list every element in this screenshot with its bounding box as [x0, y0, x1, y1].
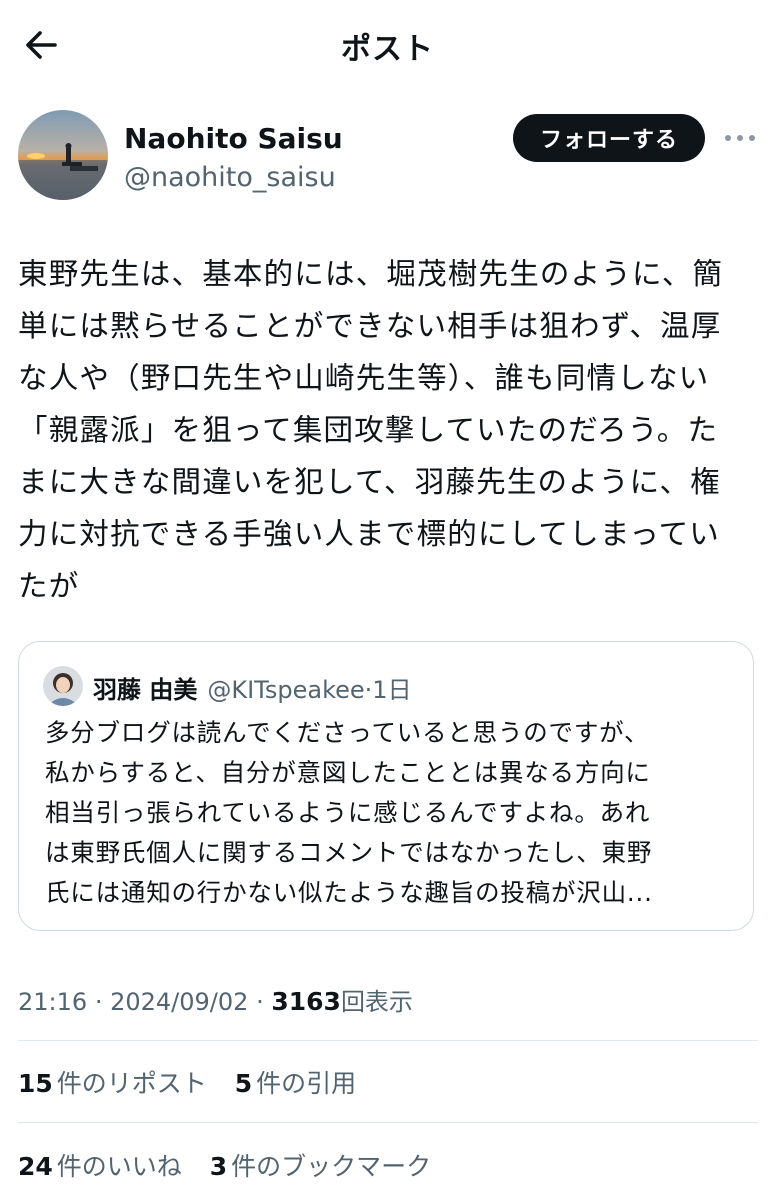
likes-count: 24 — [18, 1152, 53, 1181]
quoted-header: 羽藤 由美 @KITspeakee·1日 — [93, 670, 412, 705]
top-bar: ポスト — [0, 0, 775, 90]
quoted-post[interactable]: 羽藤 由美 @KITspeakee·1日 多分ブログは読んでくださっていると思うの… — [18, 641, 754, 931]
meta-separator: · — [256, 988, 264, 1016]
author-row: Naohito Saisu @naohito_saisu フォローする — [18, 110, 758, 205]
quoted-author-name: 羽藤 由美 — [93, 676, 198, 704]
post-line: 東野先生は、基本的には、堀茂樹先生のように、簡 — [18, 257, 724, 291]
bookmarks-stat[interactable]: 3 件のブックマーク — [210, 1147, 431, 1183]
quoted-text: 多分ブログは読んでくださっていると思うのですが、 私からすると、自分が意図したこ… — [45, 713, 745, 913]
views-count: 3163 — [271, 987, 341, 1016]
post-text: 東野先生は、基本的には、堀茂樹先生のように、簡 単には黙らせることができない相手… — [18, 248, 758, 612]
post-line: たが — [18, 569, 80, 603]
post-date: 2024/09/02 — [110, 988, 249, 1016]
more-options-button[interactable] — [722, 124, 758, 152]
quoted-avatar — [43, 666, 83, 706]
author-handle[interactable]: @naohito_saisu — [124, 162, 336, 193]
divider — [18, 1122, 758, 1123]
meta-separator: · — [94, 988, 103, 1016]
divider — [18, 1040, 758, 1041]
quotes-label: 件の引用 — [256, 1069, 357, 1098]
quoted-line: 多分ブログは読んでくださっていると思うのですが、 — [45, 718, 650, 747]
quoted-line: 氏には通知の行かない似たような趣旨の投稿が沢山... — [45, 878, 653, 907]
post-line: な人や（野口先生や山崎先生等）、誰も同情しない — [18, 361, 710, 395]
more-horizontal-icon — [725, 135, 755, 141]
stats-row-likes: 24 件のいいね 3 件のブックマーク — [18, 1147, 451, 1183]
likes-stat[interactable]: 24 件のいいね — [18, 1147, 182, 1183]
bookmarks-count: 3 — [209, 1152, 228, 1181]
avatar[interactable] — [18, 110, 108, 200]
reposts-label: 件のリポスト — [56, 1069, 207, 1098]
quotes-stat[interactable]: 5 件の引用 — [235, 1064, 356, 1100]
quoted-author-handle: @KITspeakee — [207, 676, 365, 704]
post-line: 力に対抗できる手強い人まで標的にしてしまってい — [18, 517, 720, 551]
page-title: ポスト — [341, 32, 434, 67]
reposts-stat[interactable]: 15 件のリポスト — [18, 1064, 207, 1100]
author-name[interactable]: Naohito Saisu — [124, 122, 343, 155]
quoted-line: 相当引っ張られているように感じるんですよね。あれ — [45, 798, 651, 827]
quoted-line: は東野氏個人に関するコメントではなかったし、東野 — [45, 838, 653, 867]
post-line: 「親露派」を狙って集団攻撃していたのだろう。た — [18, 413, 719, 447]
quotes-count: 5 — [234, 1069, 253, 1098]
bookmarks-label: 件のブックマーク — [231, 1152, 432, 1181]
post-line: まに大きな間違いを犯して、羽藤先生のように、権 — [18, 465, 721, 499]
views-label: 回表示 — [340, 988, 413, 1016]
post-time: 21:16 — [18, 988, 88, 1016]
reposts-count: 15 — [18, 1069, 53, 1098]
quoted-time: 1日 — [372, 676, 412, 704]
post-line: 単には黙らせることができない相手は狙わず、温厚 — [18, 309, 722, 343]
quoted-line: 私からすると、自分が意図したこととは異なる方向に — [45, 758, 651, 787]
likes-label: 件のいいね — [56, 1152, 182, 1181]
post-meta: 21:16 · 2024/09/02 · 3163回表示 — [18, 982, 413, 1017]
follow-button[interactable]: フォローする — [513, 114, 705, 162]
stats-row-reposts: 15 件のリポスト 5 件の引用 — [18, 1064, 376, 1100]
